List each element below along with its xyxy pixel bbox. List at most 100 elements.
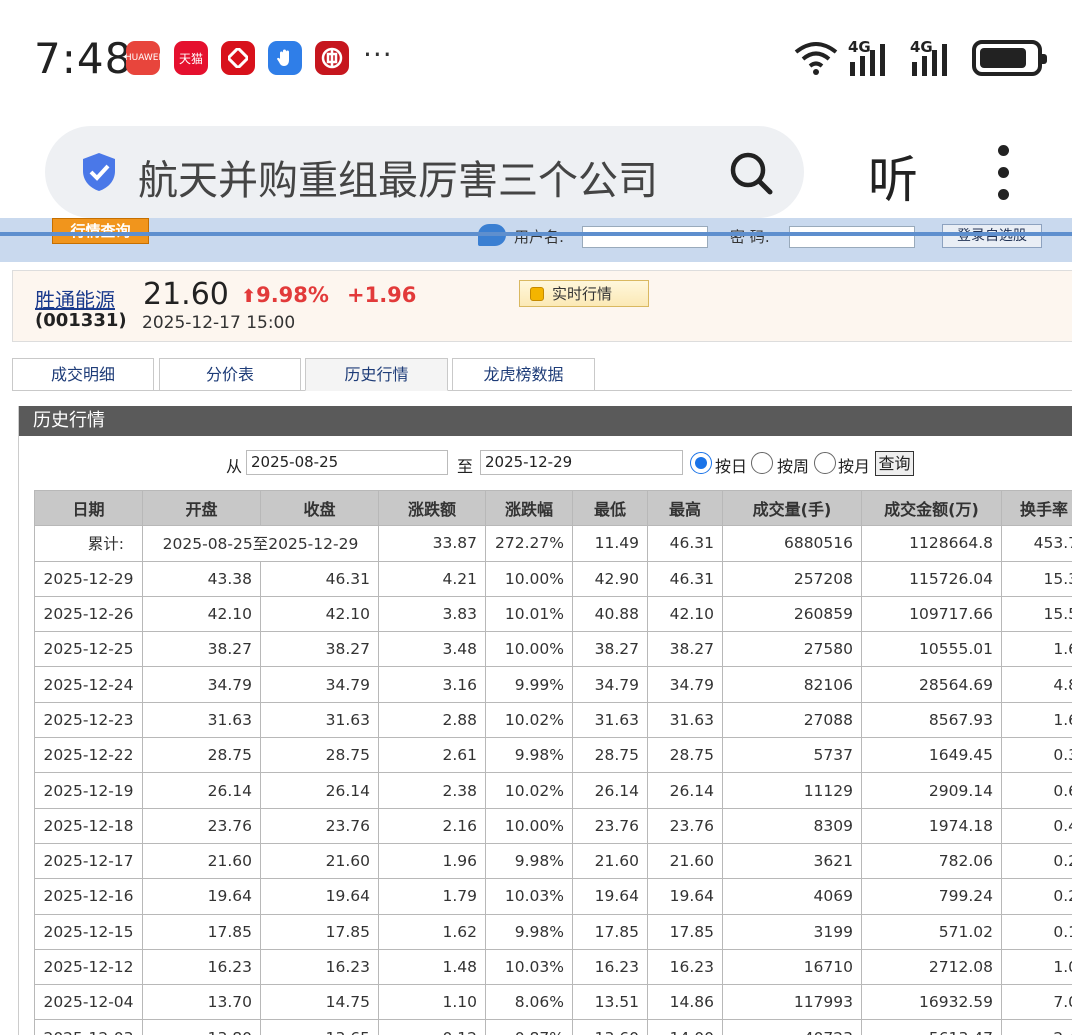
cell-change-pct: 8.06% bbox=[485, 984, 573, 1021]
cell-amount: 1649.45 bbox=[861, 737, 1002, 774]
cell-change-pct: 0.87% bbox=[485, 1019, 573, 1035]
table-header-row: 日期 开盘 收盘 涨跌额 涨跌幅 最低 最高 成交量(手) 成交金额(万) 换手… bbox=[34, 490, 1072, 527]
market-query-button[interactable]: 行情查询 bbox=[52, 218, 149, 244]
cell-turnover: 0.6 bbox=[1001, 772, 1072, 809]
from-label: 从 bbox=[226, 457, 243, 476]
browser-search-bar[interactable]: 航天并购重组最厉害三个公司 bbox=[45, 126, 804, 218]
cell-high: 14.86 bbox=[647, 984, 723, 1021]
col-high[interactable]: 最高 bbox=[647, 490, 723, 527]
cell-date: 2025-12-18 bbox=[34, 807, 143, 844]
cell-volume: 3621 bbox=[722, 842, 862, 880]
cell-turnover: 0.1 bbox=[1001, 913, 1072, 950]
cell-open: 31.63 bbox=[142, 701, 261, 739]
realtime-quote-button[interactable]: 实时行情 bbox=[519, 280, 649, 307]
cell-volume: 8309 bbox=[722, 807, 862, 844]
col-change[interactable]: 涨跌额 bbox=[378, 490, 486, 527]
col-open[interactable]: 开盘 bbox=[142, 490, 261, 527]
radio-by-day[interactable] bbox=[690, 452, 712, 474]
col-volume[interactable]: 成交量(手) bbox=[722, 490, 862, 527]
cell-close: 46.31 bbox=[260, 560, 379, 597]
cell-close: 17.85 bbox=[260, 913, 379, 950]
cell-volume: 257208 bbox=[722, 560, 862, 597]
cell-amount: 1974.18 bbox=[861, 807, 1002, 844]
cell-change: 0.12 bbox=[378, 1019, 486, 1035]
tab-history[interactable]: 历史行情 bbox=[305, 358, 448, 391]
cell-open: 34.79 bbox=[142, 666, 261, 703]
cell-high: 42.10 bbox=[647, 595, 723, 633]
table-row: 2025-12-19 26.14 26.14 2.38 10.02% 26.14 26.14… bbox=[34, 772, 1072, 809]
col-change-pct[interactable]: 涨跌幅 bbox=[485, 490, 573, 527]
cell-high: 23.76 bbox=[647, 807, 723, 844]
up-arrow-icon: ⬆ bbox=[241, 286, 257, 307]
boc-bank-icon bbox=[315, 41, 349, 75]
cell-amount: 8567.93 bbox=[861, 701, 1002, 739]
summary-range: 2025-08-25至2025-12-29 bbox=[142, 525, 379, 562]
table-row: 2025-12-23 31.63 31.63 2.88 10.02% 31.63 31.63… bbox=[34, 701, 1072, 739]
col-close[interactable]: 收盘 bbox=[260, 490, 379, 527]
cell-volume: 82106 bbox=[722, 666, 862, 703]
battery-icon bbox=[972, 40, 1047, 76]
cell-change: 2.61 bbox=[378, 737, 486, 774]
table-row: 2025-12-18 23.76 23.76 2.16 10.00% 23.76 23.76… bbox=[34, 807, 1072, 844]
search-icon[interactable] bbox=[728, 150, 774, 196]
cell-date: 2025-12-17 bbox=[34, 842, 143, 880]
col-amount[interactable]: 成交金额(万) bbox=[861, 490, 1002, 527]
login-button[interactable]: 登录自选股 bbox=[942, 224, 1042, 248]
tab-price-table[interactable]: 分价表 bbox=[159, 358, 301, 391]
cell-close: 13.65 bbox=[260, 1019, 379, 1035]
tab-dragon-tiger[interactable]: 龙虎榜数据 bbox=[452, 358, 595, 391]
radio-by-week[interactable] bbox=[751, 452, 773, 474]
cell-change: 3.16 bbox=[378, 666, 486, 703]
cell-date: 2025-12-15 bbox=[34, 913, 143, 950]
clock-icon bbox=[530, 286, 544, 301]
summary-low: 11.49 bbox=[572, 525, 648, 562]
cell-close: 38.27 bbox=[260, 631, 379, 668]
listen-button[interactable]: 听 bbox=[868, 140, 918, 212]
tab-trade-details[interactable]: 成交明细 bbox=[12, 358, 154, 391]
summary-high: 46.31 bbox=[647, 525, 723, 562]
signal-icon-2: 4G bbox=[910, 38, 962, 78]
cell-volume: 3199 bbox=[722, 913, 862, 950]
cell-date: 2025-12-03 bbox=[34, 1019, 143, 1035]
cell-low: 16.23 bbox=[572, 948, 648, 986]
from-date-input[interactable]: 2025-08-25 bbox=[246, 450, 448, 475]
cell-high: 19.64 bbox=[647, 878, 723, 915]
to-date-input[interactable]: 2025-12-29 bbox=[480, 450, 683, 475]
history-table-container[interactable]: 日期 开盘 收盘 涨跌额 涨跌幅 最低 最高 成交量(手) 成交金额(万) 换手… bbox=[34, 490, 1072, 1035]
cell-open: 28.75 bbox=[142, 737, 261, 774]
cell-low: 17.85 bbox=[572, 913, 648, 950]
cell-turnover: 4.8 bbox=[1001, 666, 1072, 703]
cell-turnover: 7.0 bbox=[1001, 984, 1072, 1021]
col-turnover[interactable]: 换手率 bbox=[1001, 490, 1072, 527]
stock-name-link[interactable]: 胜通能源 bbox=[35, 284, 115, 313]
cell-volume: 40723 bbox=[722, 1019, 862, 1035]
more-menu-icon[interactable] bbox=[995, 145, 1011, 201]
password-field[interactable] bbox=[789, 226, 915, 248]
cell-volume: 117993 bbox=[722, 984, 862, 1021]
cell-low: 13.51 bbox=[572, 984, 648, 1021]
col-low[interactable]: 最低 bbox=[572, 490, 648, 527]
col-date[interactable]: 日期 bbox=[34, 490, 143, 527]
cell-high: 26.14 bbox=[647, 772, 723, 809]
cell-change-pct: 9.98% bbox=[485, 842, 573, 880]
cell-turnover: 1.6 bbox=[1001, 631, 1072, 668]
summary-pct: 272.27% bbox=[485, 525, 573, 562]
query-button[interactable]: 查询 bbox=[875, 451, 914, 476]
cell-change-pct: 9.99% bbox=[485, 666, 573, 703]
radio-by-month[interactable] bbox=[814, 452, 836, 474]
clock: 7:48 bbox=[34, 34, 133, 83]
cell-date: 2025-12-04 bbox=[34, 984, 143, 1021]
to-label: 至 bbox=[457, 457, 474, 476]
cell-change: 1.48 bbox=[378, 948, 486, 986]
cell-open: 13.70 bbox=[142, 984, 261, 1021]
cell-high: 21.60 bbox=[647, 842, 723, 880]
username-label: 用户名: bbox=[514, 228, 565, 246]
cell-change: 1.96 bbox=[378, 842, 486, 880]
status-icons: 4G 4G bbox=[794, 36, 1047, 80]
cell-high: 31.63 bbox=[647, 701, 723, 739]
cell-amount: 782.06 bbox=[861, 842, 1002, 880]
cell-turnover: 15.3 bbox=[1001, 560, 1072, 597]
cell-close: 26.14 bbox=[260, 772, 379, 809]
username-field[interactable] bbox=[582, 226, 708, 248]
cell-amount: 115726.04 bbox=[861, 560, 1002, 597]
